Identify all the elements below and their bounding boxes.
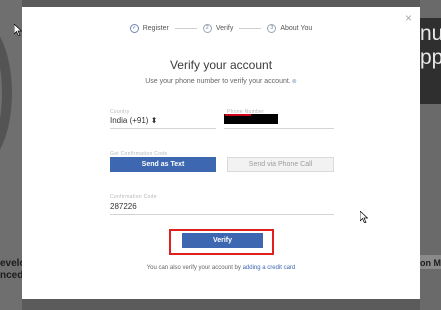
- step-register-label: Register: [142, 24, 169, 32]
- add-credit-card-link[interactable]: adding a credit card: [243, 265, 296, 271]
- step-number-icon: 3: [267, 23, 277, 33]
- step-about-you: 3 About You: [267, 23, 313, 33]
- dialog-subtitle: Use your phone number to verify your acc…: [22, 78, 420, 85]
- step-verify: 2 Verify: [202, 23, 234, 33]
- info-icon[interactable]: ⊗: [292, 79, 297, 85]
- step-connector: [174, 27, 197, 29]
- step-verify-label: Verify: [215, 24, 234, 32]
- phone-redaction-mark: [225, 114, 251, 116]
- step-about-you-label: About You: [280, 24, 313, 32]
- send-as-text-button[interactable]: Send as Text: [110, 157, 216, 172]
- checkmark-icon: ✓: [129, 23, 139, 33]
- background-logo-shape: [0, 18, 12, 168]
- send-via-call-button[interactable]: Send via Phone Call: [227, 157, 334, 172]
- verify-account-dialog: × ✓ Register 2 Verify 3 About You Verify…: [22, 7, 420, 299]
- step-register: ✓ Register: [129, 23, 169, 33]
- footer-text: You can also verify your account by: [146, 265, 243, 271]
- confirmation-code-label: Confirmation Code: [110, 194, 157, 200]
- mouse-cursor-icon: [360, 211, 368, 223]
- background-text-left: evelo nced: [0, 258, 22, 281]
- dialog-title: Verify your account: [169, 58, 273, 72]
- background-page-right: nu pp on M: [420, 0, 441, 310]
- background-page-left: evelo nced: [0, 0, 22, 310]
- progress-steps: ✓ Register 2 Verify 3 About You: [22, 21, 420, 35]
- background-banner-text: nu pp: [420, 22, 441, 69]
- alternate-verify-note: You can also verify your account by addi…: [22, 265, 420, 271]
- mouse-cursor-icon: [14, 24, 22, 36]
- step-number-icon: 2: [202, 23, 212, 33]
- background-text-right: on M: [420, 258, 441, 268]
- verify-button[interactable]: Verify: [182, 233, 263, 248]
- confirmation-code-input[interactable]: 287226: [110, 202, 334, 215]
- dialog-subtitle-text: Use your phone number to verify your acc…: [145, 78, 291, 85]
- step-connector: [239, 27, 262, 29]
- country-select[interactable]: India (+91) ⬍: [110, 116, 216, 129]
- country-label: Country: [110, 109, 130, 115]
